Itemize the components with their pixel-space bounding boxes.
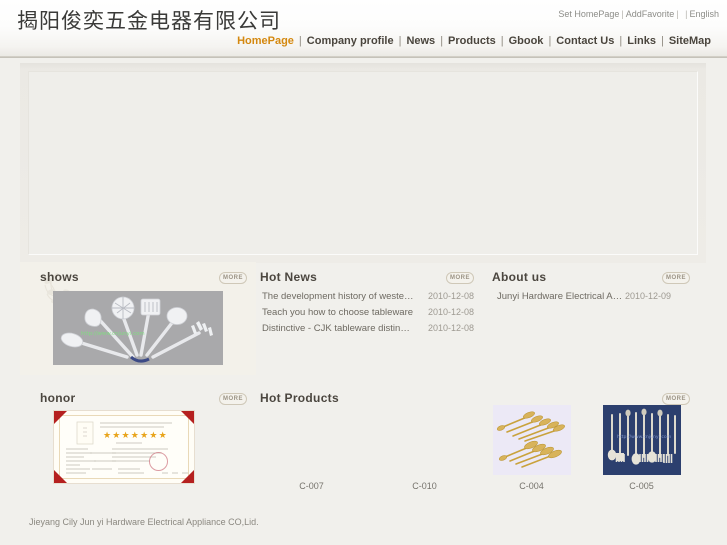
product-code: C-007: [299, 481, 324, 491]
news-item-date: 2010-12-08: [427, 307, 474, 317]
shows-title: shows: [40, 270, 79, 284]
shows-watermark: http://www.cnjunyi.com: [81, 331, 145, 337]
nav-separator: |: [298, 35, 302, 47]
product-image: [492, 405, 571, 475]
product-card[interactable]: C-007: [258, 405, 365, 491]
product-image: http://www.cnjunyi.com: [602, 405, 681, 475]
honor-title: honor: [40, 391, 76, 405]
nav-separator: |: [548, 35, 552, 47]
hot-news-panel: Hot News MORE The development history of…: [258, 262, 474, 375]
product-watermark: http://www.cnjunyi.com: [617, 434, 672, 440]
hot-products-grid: C-007 C-010 C-004 http://www.cnjunyi.com…: [258, 405, 686, 491]
nav-separator: |: [619, 35, 623, 47]
about-us-panel: About us MORE Junyi Hardware Electrical …: [490, 262, 690, 375]
product-code: C-004: [519, 481, 544, 491]
nav-item-news[interactable]: News: [406, 35, 435, 47]
about-item-title: Junyi Hardware Electrical Applianc...: [497, 291, 625, 302]
english-link[interactable]: English: [689, 9, 719, 19]
nav-item-products[interactable]: Products: [448, 35, 496, 47]
banner-container: [20, 63, 706, 263]
news-list-item[interactable]: Distinctive - CJK tableware distinction …: [262, 323, 474, 339]
company-title: 揭阳俊奕五金电器有限公司: [17, 9, 281, 33]
svg-text:★★★★★★★: ★★★★★★★: [103, 431, 168, 441]
main-navigation: HomePage | Company profile | News | Products | G…: [237, 35, 711, 47]
news-item-title: Teach you how to choose tableware: [262, 307, 414, 318]
news-item-title: Distinctive - CJK tableware distinction: [262, 323, 414, 334]
shows-image[interactable]: http://www.cnjunyi.com: [53, 291, 223, 365]
news-list-item[interactable]: Teach you how to choose tableware 2010-1…: [262, 307, 474, 323]
news-item-title: The development history of western ta...: [262, 291, 414, 302]
certificate-content: ★★★★★★★: [66, 421, 188, 474]
honor-more-button[interactable]: MORE: [219, 393, 247, 405]
news-item-date: 2010-12-08: [427, 323, 474, 333]
site-header: 揭阳俊奕五金电器有限公司 Set HomePage | AddFavorite | |…: [0, 0, 727, 58]
about-item-date: 2010-12-09: [625, 291, 672, 301]
shows-panel: shows MORE http://www.cnjunyi.com: [20, 262, 256, 375]
nav-item-links[interactable]: Links: [627, 35, 656, 47]
about-us-title: About us: [492, 270, 547, 284]
nav-separator: |: [660, 35, 664, 47]
nav-item-contact-us[interactable]: Contact Us: [556, 35, 614, 47]
link-separator: |: [676, 9, 679, 19]
about-us-list: Junyi Hardware Electrical Applianc... 20…: [497, 291, 687, 302]
add-favorite-link[interactable]: AddFavorite: [626, 9, 675, 19]
honor-panel: honor MORE ★★★★★★★: [20, 383, 256, 495]
utensil-set-graphic: http://www.cnjunyi.com: [53, 291, 223, 365]
product-image-missing: [386, 405, 464, 475]
product-card[interactable]: http://www.cnjunyi.com C-005: [588, 405, 695, 491]
hot-products-more-button[interactable]: MORE: [662, 393, 690, 405]
product-image-missing: [273, 405, 351, 475]
utility-links: Set HomePage | AddFavorite | | English: [558, 9, 719, 19]
about-list-item[interactable]: Junyi Hardware Electrical Applianc... 20…: [497, 291, 687, 302]
news-list-item[interactable]: The development history of western ta...…: [262, 291, 474, 307]
nav-item-sitemap[interactable]: SiteMap: [669, 35, 711, 47]
hot-products-panel: Hot Products MORE C-007 C-010 C-004 http…: [258, 383, 690, 495]
hot-news-title: Hot News: [260, 270, 318, 284]
product-card[interactable]: C-010: [371, 405, 478, 491]
product-code: C-010: [412, 481, 437, 491]
nav-item-gbook[interactable]: Gbook: [509, 35, 544, 47]
page-root: 揭阳俊奕五金电器有限公司 Set HomePage | AddFavorite | |…: [0, 0, 727, 545]
certificate-seal-icon: [149, 452, 168, 471]
silver-cutlery-graphic: http://www.cnjunyi.com: [602, 405, 681, 475]
banner-placeholder[interactable]: [28, 71, 698, 255]
honor-certificate-image[interactable]: ★★★★★★★: [53, 410, 195, 484]
shows-more-button[interactable]: MORE: [219, 272, 247, 284]
site-footer: Jieyang Cily Jun yi Hardware Electrical …: [0, 512, 727, 545]
set-homepage-link[interactable]: Set HomePage: [558, 9, 619, 19]
footer-copyright: Jieyang Cily Jun yi Hardware Electrical …: [29, 517, 259, 527]
hot-products-title: Hot Products: [260, 391, 339, 405]
hot-news-more-button[interactable]: MORE: [446, 272, 474, 284]
gold-cutlery-graphic: [492, 405, 571, 475]
nav-separator: |: [398, 35, 402, 47]
hot-news-list: The development history of western ta...…: [262, 291, 474, 339]
product-code: C-005: [629, 481, 654, 491]
nav-separator: |: [440, 35, 444, 47]
nav-item-company-profile[interactable]: Company profile: [307, 35, 394, 47]
news-item-date: 2010-12-08: [427, 291, 474, 301]
about-us-more-button[interactable]: MORE: [662, 272, 690, 284]
nav-separator: |: [500, 35, 504, 47]
nav-item-homepage[interactable]: HomePage: [237, 35, 294, 47]
product-card[interactable]: C-004: [478, 405, 585, 491]
